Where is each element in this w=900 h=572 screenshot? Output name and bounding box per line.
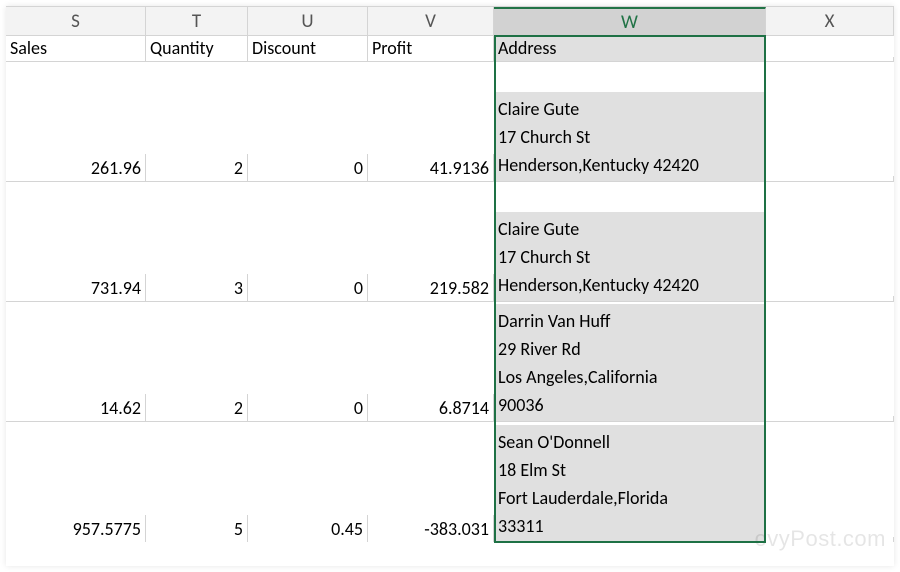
header-cell-profit[interactable]: Profit (368, 35, 494, 61)
address-line: 33311 (498, 512, 761, 540)
header-cell-discount[interactable]: Discount (248, 35, 368, 61)
cell-discount[interactable]: 0.45 (248, 515, 368, 542)
column-headers-row: S T U V W X (6, 6, 894, 36)
address-line: 18 Elm St (498, 456, 761, 484)
address-line: Darrin Van Huff (498, 307, 761, 335)
address-line: Henderson,Kentucky 42420 (498, 151, 761, 179)
cell-address[interactable]: Claire Gute 17 Church St Henderson,Kentu… (494, 92, 766, 181)
address-line: 29 River Rd (498, 335, 761, 363)
header-cell-quantity[interactable]: Quantity (146, 35, 248, 61)
cell-sales[interactable]: 14.62 (6, 394, 146, 421)
header-cell-sales[interactable]: Sales (6, 35, 146, 61)
address-line: Sean O'Donnell (498, 428, 761, 456)
grid-body: Sales Quantity Discount Profit Address 2… (6, 36, 894, 542)
data-row: 14.62 2 0 6.8714 Darrin Van Huff 29 Rive… (6, 302, 894, 422)
col-header-s[interactable]: S (6, 7, 146, 35)
cell-profit[interactable]: -383.031 (368, 515, 494, 542)
cell-quantity[interactable]: 3 (146, 274, 248, 301)
cell-sales[interactable]: 957.5775 (6, 515, 146, 542)
header-cell-x[interactable] (766, 57, 894, 61)
cell-discount[interactable]: 0 (248, 154, 368, 181)
data-row: 957.5775 5 0.45 -383.031 Sean O'Donnell … (6, 422, 894, 542)
cell-empty[interactable] (766, 296, 894, 301)
cell-discount[interactable]: 0 (248, 394, 368, 421)
spreadsheet-area: S T U V W X Sales Quantity Discount Prof… (6, 6, 894, 566)
cell-address[interactable]: Sean O'Donnell 18 Elm St Fort Lauderdale… (494, 425, 766, 542)
cell-address[interactable]: Darrin Van Huff 29 River Rd Los Angeles,… (494, 304, 766, 421)
address-line: Henderson,Kentucky 42420 (498, 271, 761, 299)
cell-discount[interactable]: 0 (248, 274, 368, 301)
cell-sales[interactable]: 261.96 (6, 154, 146, 181)
cell-empty[interactable] (766, 176, 894, 181)
field-header-row: Sales Quantity Discount Profit Address (6, 36, 894, 62)
cell-quantity[interactable]: 2 (146, 154, 248, 181)
address-line: Los Angeles,California (498, 363, 761, 391)
cell-sales[interactable]: 731.94 (6, 274, 146, 301)
cell-quantity[interactable]: 5 (146, 515, 248, 542)
cell-empty[interactable] (766, 537, 894, 542)
data-row: 731.94 3 0 219.582 Claire Gute 17 Church… (6, 182, 894, 302)
col-header-x[interactable]: X (766, 7, 894, 35)
address-line: 90036 (498, 391, 761, 419)
address-line: Claire Gute (498, 95, 761, 123)
cell-address[interactable]: Claire Gute 17 Church St Henderson,Kentu… (494, 212, 766, 301)
cell-empty[interactable] (766, 416, 894, 421)
address-line: 17 Church St (498, 123, 761, 151)
col-header-t[interactable]: T (146, 7, 248, 35)
cell-profit[interactable]: 41.9136 (368, 154, 494, 181)
col-header-v[interactable]: V (368, 7, 494, 35)
cell-profit[interactable]: 219.582 (368, 274, 494, 301)
cell-profit[interactable]: 6.8714 (368, 394, 494, 421)
col-header-u[interactable]: U (248, 7, 368, 35)
address-line: 17 Church St (498, 243, 761, 271)
header-cell-address[interactable]: Address (494, 35, 766, 61)
address-line: Fort Lauderdale,Florida (498, 484, 761, 512)
address-line: Claire Gute (498, 215, 761, 243)
data-row: 261.96 2 0 41.9136 Claire Gute 17 Church… (6, 62, 894, 182)
col-header-w[interactable]: W (494, 7, 766, 35)
cell-quantity[interactable]: 2 (146, 394, 248, 421)
